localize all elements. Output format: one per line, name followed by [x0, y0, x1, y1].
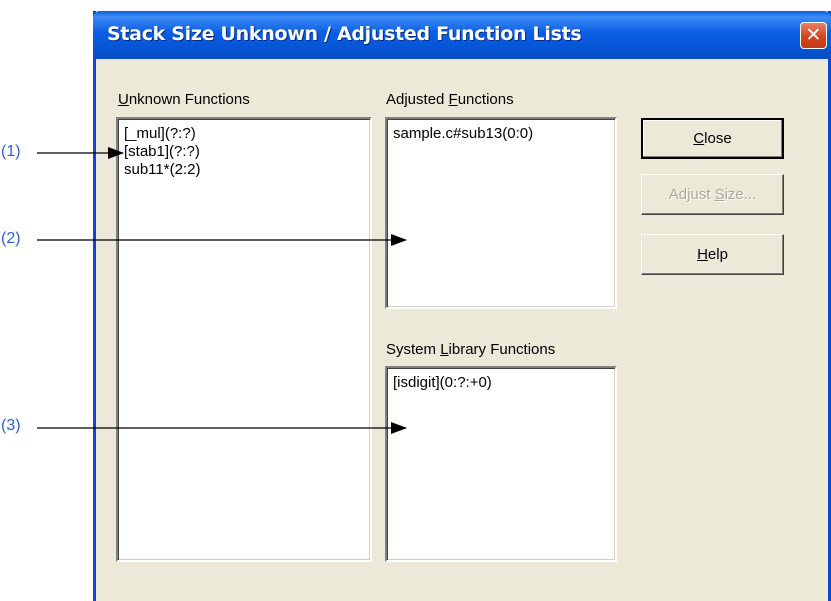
callout-arrows [37, 147, 407, 434]
